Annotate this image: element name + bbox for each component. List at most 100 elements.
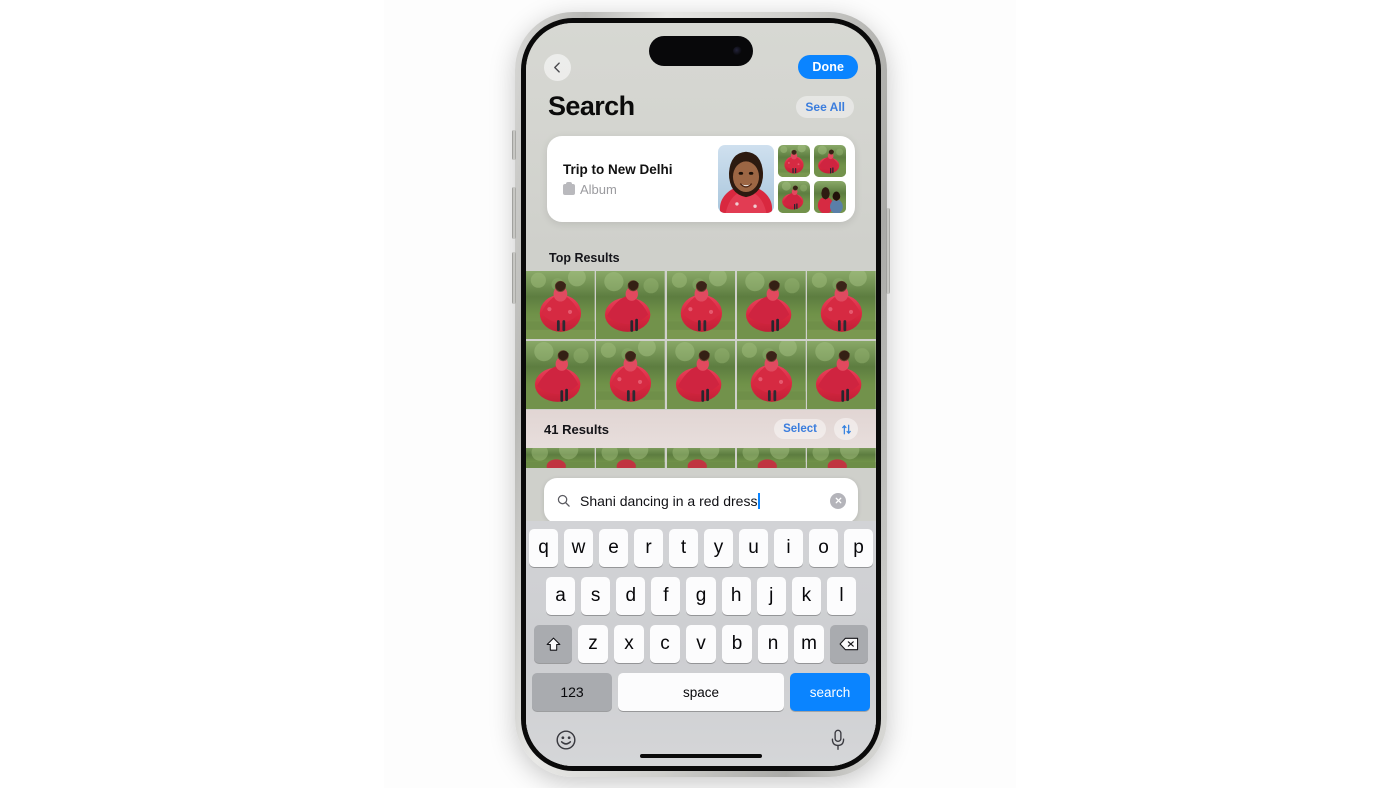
close-icon [835,497,841,504]
album-thumbnail [814,181,846,213]
home-indicator[interactable] [640,754,762,758]
power-button[interactable] [886,208,890,294]
photo-cell[interactable] [737,341,806,409]
top-results-row-2 [526,341,876,409]
key-s[interactable]: s [581,577,611,615]
photo-cell[interactable] [596,341,665,409]
photo-cell[interactable] [667,341,736,409]
album-title: Trip to New Delhi [563,161,673,177]
album-thumbnail-primary [718,145,774,213]
backspace-icon [839,637,859,651]
key-r[interactable]: r [634,529,663,567]
key-n[interactable]: n [758,625,788,663]
select-button[interactable]: Select [774,419,826,439]
photo-cell[interactable] [596,448,665,468]
album-icon [563,181,575,195]
photo-cell[interactable] [807,341,876,409]
results-summary-bar: 41 Results Select [526,410,876,448]
key-y[interactable]: y [704,529,733,567]
top-results-label: Top Results [549,251,620,265]
results-actions: Select [774,418,858,440]
key-f[interactable]: f [651,577,681,615]
keyboard-row-3: z x c v b n m [529,625,873,663]
key-l[interactable]: l [826,577,856,615]
key-t[interactable]: t [669,529,698,567]
right-margin [1016,0,1400,788]
key-e[interactable]: e [599,529,628,567]
numeric-key[interactable]: 123 [532,673,612,711]
photo-cell[interactable] [667,271,736,339]
done-button[interactable]: Done [798,55,858,79]
phone-bezel: Done Search See All Trip to New Delhi Al… [521,18,881,771]
photo-cell[interactable] [737,271,806,339]
phone-screen: Done Search See All Trip to New Delhi Al… [526,23,876,766]
text-cursor [758,492,761,509]
search-query-value: Shani dancing in a red dress [580,492,758,509]
key-p[interactable]: p [844,529,873,567]
key-x[interactable]: x [614,625,644,663]
key-h[interactable]: h [721,577,751,615]
album-thumbnail-grid [778,145,846,213]
dynamic-island [649,36,753,66]
clear-search-button[interactable] [830,492,846,509]
screenshot-canvas: Done Search See All Trip to New Delhi Al… [0,0,1400,788]
results-row-partial [526,448,876,468]
search-return-key[interactable]: search [790,673,870,711]
key-g[interactable]: g [686,577,716,615]
sort-arrows-icon [841,424,851,434]
key-b[interactable]: b [722,625,752,663]
onscreen-keyboard: q w e r t y u i o p a s d f g h j k l z … [526,521,876,766]
shift-arrow-icon [546,637,560,651]
key-i[interactable]: i [774,529,803,567]
front-camera-icon [733,46,742,56]
volume-down-button[interactable] [512,252,516,304]
photo-cell[interactable] [737,448,806,468]
space-key[interactable]: space [618,673,784,711]
photo-cell[interactable] [596,271,665,339]
keyboard-row-4: 123 space search [529,673,873,711]
photo-cell[interactable] [667,448,736,468]
microphone-icon[interactable] [829,729,847,751]
back-button[interactable] [544,53,571,81]
shift-key[interactable] [534,625,572,663]
results-count: 41 Results [544,421,610,437]
search-header: Search See All [526,91,876,122]
key-a[interactable]: a [546,577,576,615]
key-o[interactable]: o [809,529,838,567]
page-title: Search [548,91,635,121]
sort-button[interactable] [834,418,858,440]
see-all-button[interactable]: See All [796,95,854,118]
emoji-smiley-icon[interactable] [555,729,577,751]
volume-up-button[interactable] [512,187,516,239]
search-input-text[interactable]: Shani dancing in a red dress [580,492,821,509]
photo-cell[interactable] [807,271,876,339]
chevron-left-icon [554,61,560,73]
key-k[interactable]: k [791,577,821,615]
photo-cell[interactable] [526,448,595,468]
backspace-key[interactable] [830,625,868,663]
search-field[interactable]: Shani dancing in a red dress [544,478,858,523]
key-j[interactable]: j [756,577,786,615]
key-u[interactable]: u [739,529,768,567]
top-results-row-1 [526,271,876,339]
magnifier-icon [557,494,570,507]
photo-cell[interactable] [807,448,876,468]
key-m[interactable]: m [794,625,824,663]
key-q[interactable]: q [529,529,558,567]
keyboard-row-2: a s d f g h j k l [529,577,873,615]
album-subtitle: Album [580,181,617,197]
album-thumbnails [718,145,846,213]
keyboard-bottom-bar [529,721,873,751]
action-button[interactable] [512,130,516,160]
key-w[interactable]: w [564,529,593,567]
album-thumbnail [778,145,810,177]
album-result-card[interactable]: Trip to New Delhi Album [547,136,855,222]
key-z[interactable]: z [578,625,608,663]
photo-cell[interactable] [526,341,595,409]
photo-cell[interactable] [526,271,595,339]
key-c[interactable]: c [650,625,680,663]
key-d[interactable]: d [616,577,646,615]
key-v[interactable]: v [686,625,716,663]
album-card-text: Trip to New Delhi Album [563,162,673,197]
album-thumbnail [814,145,846,177]
